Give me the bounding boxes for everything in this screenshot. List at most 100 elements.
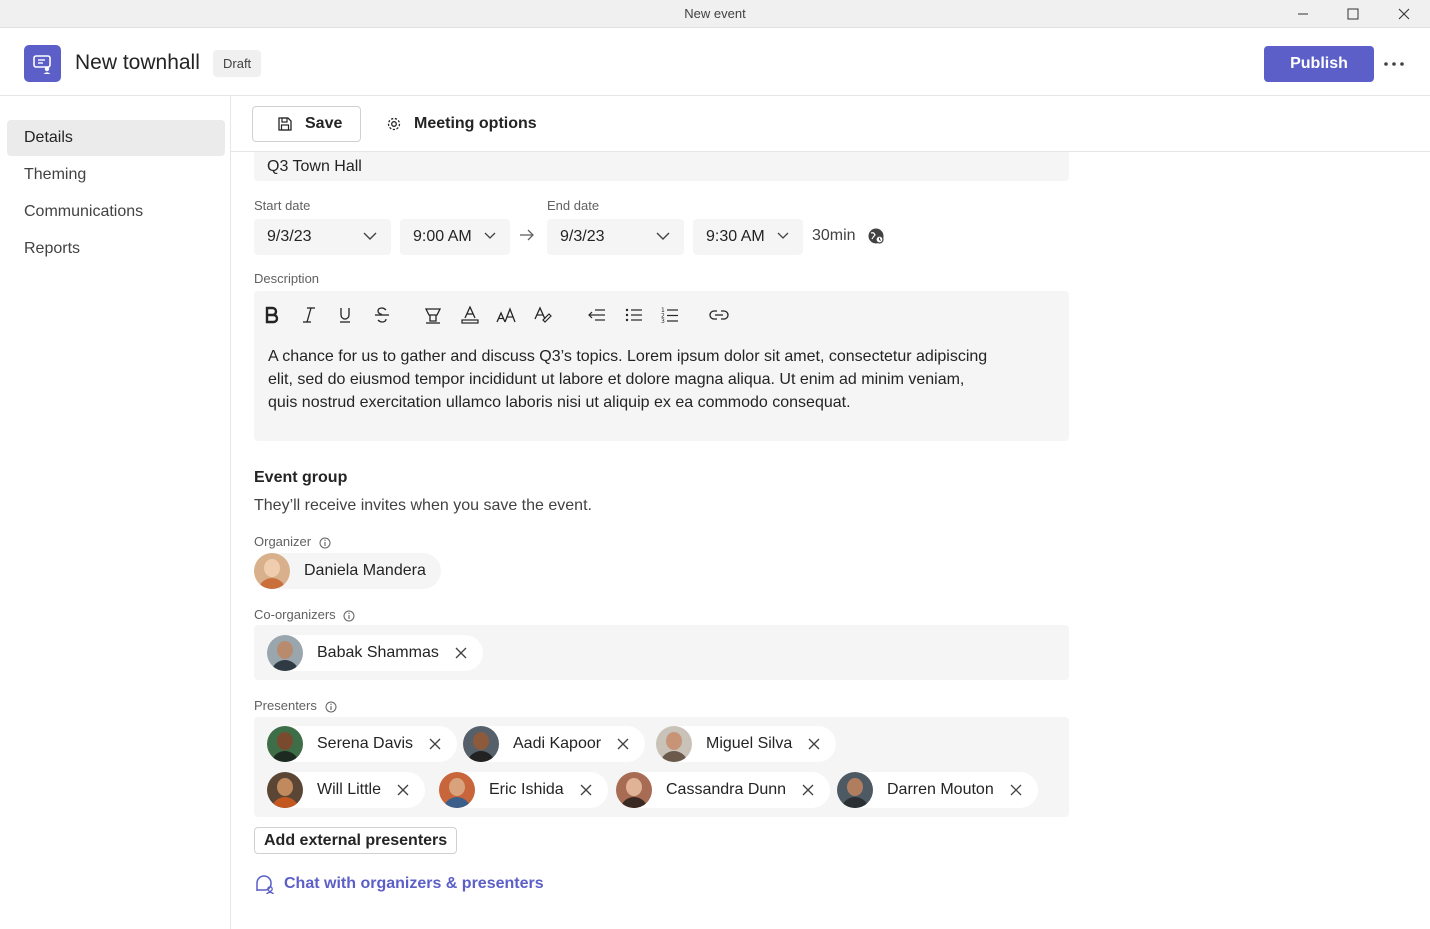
italic-button[interactable] xyxy=(297,303,321,327)
remove-presenter-button[interactable] xyxy=(617,738,629,750)
start-time-picker[interactable]: 9:00 AM xyxy=(400,219,510,255)
avatar xyxy=(267,726,303,762)
chevron-down-icon xyxy=(484,232,496,239)
strikethrough-icon xyxy=(375,307,389,323)
bold-button[interactable] xyxy=(260,303,284,327)
end-time-value: 9:30 AM xyxy=(706,228,765,245)
end-time-picker[interactable]: 9:30 AM xyxy=(693,219,803,255)
remove-presenter-button[interactable] xyxy=(429,738,441,750)
outdent-icon xyxy=(588,309,605,321)
event-title-input[interactable]: Q3 Town Hall xyxy=(254,152,1069,181)
avatar xyxy=(254,553,290,589)
maximize-button[interactable] xyxy=(1330,0,1376,28)
gear-icon xyxy=(387,117,401,131)
app-header: New townhall Draft Publish xyxy=(0,28,1430,96)
sidebar-item-theming[interactable]: Theming xyxy=(7,157,225,193)
chat-with-organizers-link[interactable]: Chat with organizers & presenters xyxy=(254,874,544,894)
close-icon xyxy=(1010,784,1022,796)
link-icon xyxy=(709,310,729,320)
underline-button[interactable] xyxy=(333,303,357,327)
publish-button[interactable]: Publish xyxy=(1264,46,1374,82)
remove-presenter-button[interactable] xyxy=(808,738,820,750)
save-button-label: Save xyxy=(305,115,343,132)
presenter-chip: Aadi Kapoor xyxy=(463,726,646,762)
sidebar-item-details[interactable]: Details xyxy=(7,120,225,156)
remove-presenter-button[interactable] xyxy=(580,784,592,796)
font-color-button[interactable] xyxy=(458,303,482,327)
presenter-name: Cassandra Dunn xyxy=(666,781,787,798)
chevron-down-icon xyxy=(777,232,789,239)
remove-presenter-button[interactable] xyxy=(397,784,409,796)
coorganizers-picker[interactable]: Babak Shammas xyxy=(254,625,1069,680)
decrease-indent-button[interactable] xyxy=(585,303,609,327)
organizer-label: Organizer xyxy=(254,534,331,549)
meeting-options-button[interactable]: Meeting options xyxy=(386,106,537,142)
presenter-chip: Serena Davis xyxy=(267,726,458,762)
more-options-button[interactable] xyxy=(1380,50,1408,78)
svg-text:3: 3 xyxy=(661,318,665,324)
event-group-heading: Event group xyxy=(254,469,348,486)
chevron-down-icon xyxy=(656,232,670,240)
add-external-presenters-button[interactable]: Add external presenters xyxy=(254,827,458,854)
remove-presenter-button[interactable] xyxy=(1010,784,1022,796)
start-date-label: Start date xyxy=(254,198,311,213)
coorganizers-label: Co-organizers xyxy=(254,607,355,622)
presenter-name: Serena Davis xyxy=(317,735,414,752)
font-size-icon xyxy=(496,307,516,323)
chat-link-label: Chat with organizers & presenters xyxy=(284,875,544,892)
sidebar-item-communications[interactable]: Communications xyxy=(7,194,225,230)
font-size-button[interactable] xyxy=(494,303,518,327)
numbered-list-button[interactable]: 123 xyxy=(658,303,682,327)
presenter-chip: Miguel Silva xyxy=(656,726,837,762)
bulleted-list-button[interactable] xyxy=(622,303,646,327)
presenter-name: Aadi Kapoor xyxy=(513,735,602,752)
save-button[interactable]: Save xyxy=(252,106,361,142)
townhall-app-icon xyxy=(24,45,61,82)
highlight-button[interactable] xyxy=(421,303,445,327)
highlighter-icon xyxy=(424,308,442,324)
info-icon[interactable] xyxy=(319,537,331,549)
sidebar-nav: Details Theming Communications Reports xyxy=(0,96,231,929)
remove-coorganizer-button[interactable] xyxy=(455,647,467,659)
minimize-button[interactable] xyxy=(1280,0,1326,28)
status-badge: Draft xyxy=(213,50,262,77)
sidebar-item-reports[interactable]: Reports xyxy=(7,231,225,267)
maximize-icon xyxy=(1347,8,1359,20)
minimize-icon xyxy=(1298,13,1308,15)
end-date-picker[interactable]: 9/3/23 xyxy=(547,219,684,255)
coorganizer-name: Babak Shammas xyxy=(317,644,439,661)
close-icon xyxy=(808,738,820,750)
more-horizontal-icon xyxy=(1384,62,1404,66)
strikethrough-button[interactable] xyxy=(370,303,394,327)
window-titlebar: New event xyxy=(0,0,1430,28)
close-icon xyxy=(429,738,441,750)
clear-formatting-button[interactable] xyxy=(531,303,555,327)
details-form: Q3 Town Hall Start date 9/3/23 9:00 AM E… xyxy=(231,152,1430,929)
start-date-picker[interactable]: 9/3/23 xyxy=(254,219,391,255)
organizer-label-text: Organizer xyxy=(254,534,312,549)
font-color-icon xyxy=(461,306,479,324)
avatar xyxy=(616,772,652,808)
info-icon[interactable] xyxy=(343,610,355,622)
description-editor[interactable]: 123 A chance for us to gather and discus… xyxy=(254,291,1069,441)
remove-presenter-button[interactable] xyxy=(802,784,814,796)
presenter-chip: Darren Mouton xyxy=(837,772,1038,808)
arrow-right-icon xyxy=(520,229,534,241)
chevron-down-icon xyxy=(363,232,377,240)
organizer-name: Daniela Mandera xyxy=(304,562,426,579)
close-icon xyxy=(397,784,409,796)
avatar xyxy=(267,772,303,808)
presenters-picker[interactable]: Serena Davis Aadi Kapoor Miguel Silva Wi… xyxy=(254,717,1069,817)
window-title: New event xyxy=(684,6,746,21)
group-chat-icon xyxy=(256,875,274,894)
presenter-chip: Eric Ishida xyxy=(439,772,608,808)
close-window-button[interactable] xyxy=(1381,0,1427,28)
presenter-name: Will Little xyxy=(317,781,382,798)
page-title: New townhall xyxy=(75,51,200,74)
avatar xyxy=(267,635,303,671)
presenter-name: Miguel Silva xyxy=(706,735,793,752)
info-icon[interactable] xyxy=(325,701,337,713)
avatar xyxy=(837,772,873,808)
insert-link-button[interactable] xyxy=(707,303,731,327)
timezone-globe-icon[interactable] xyxy=(867,227,885,245)
